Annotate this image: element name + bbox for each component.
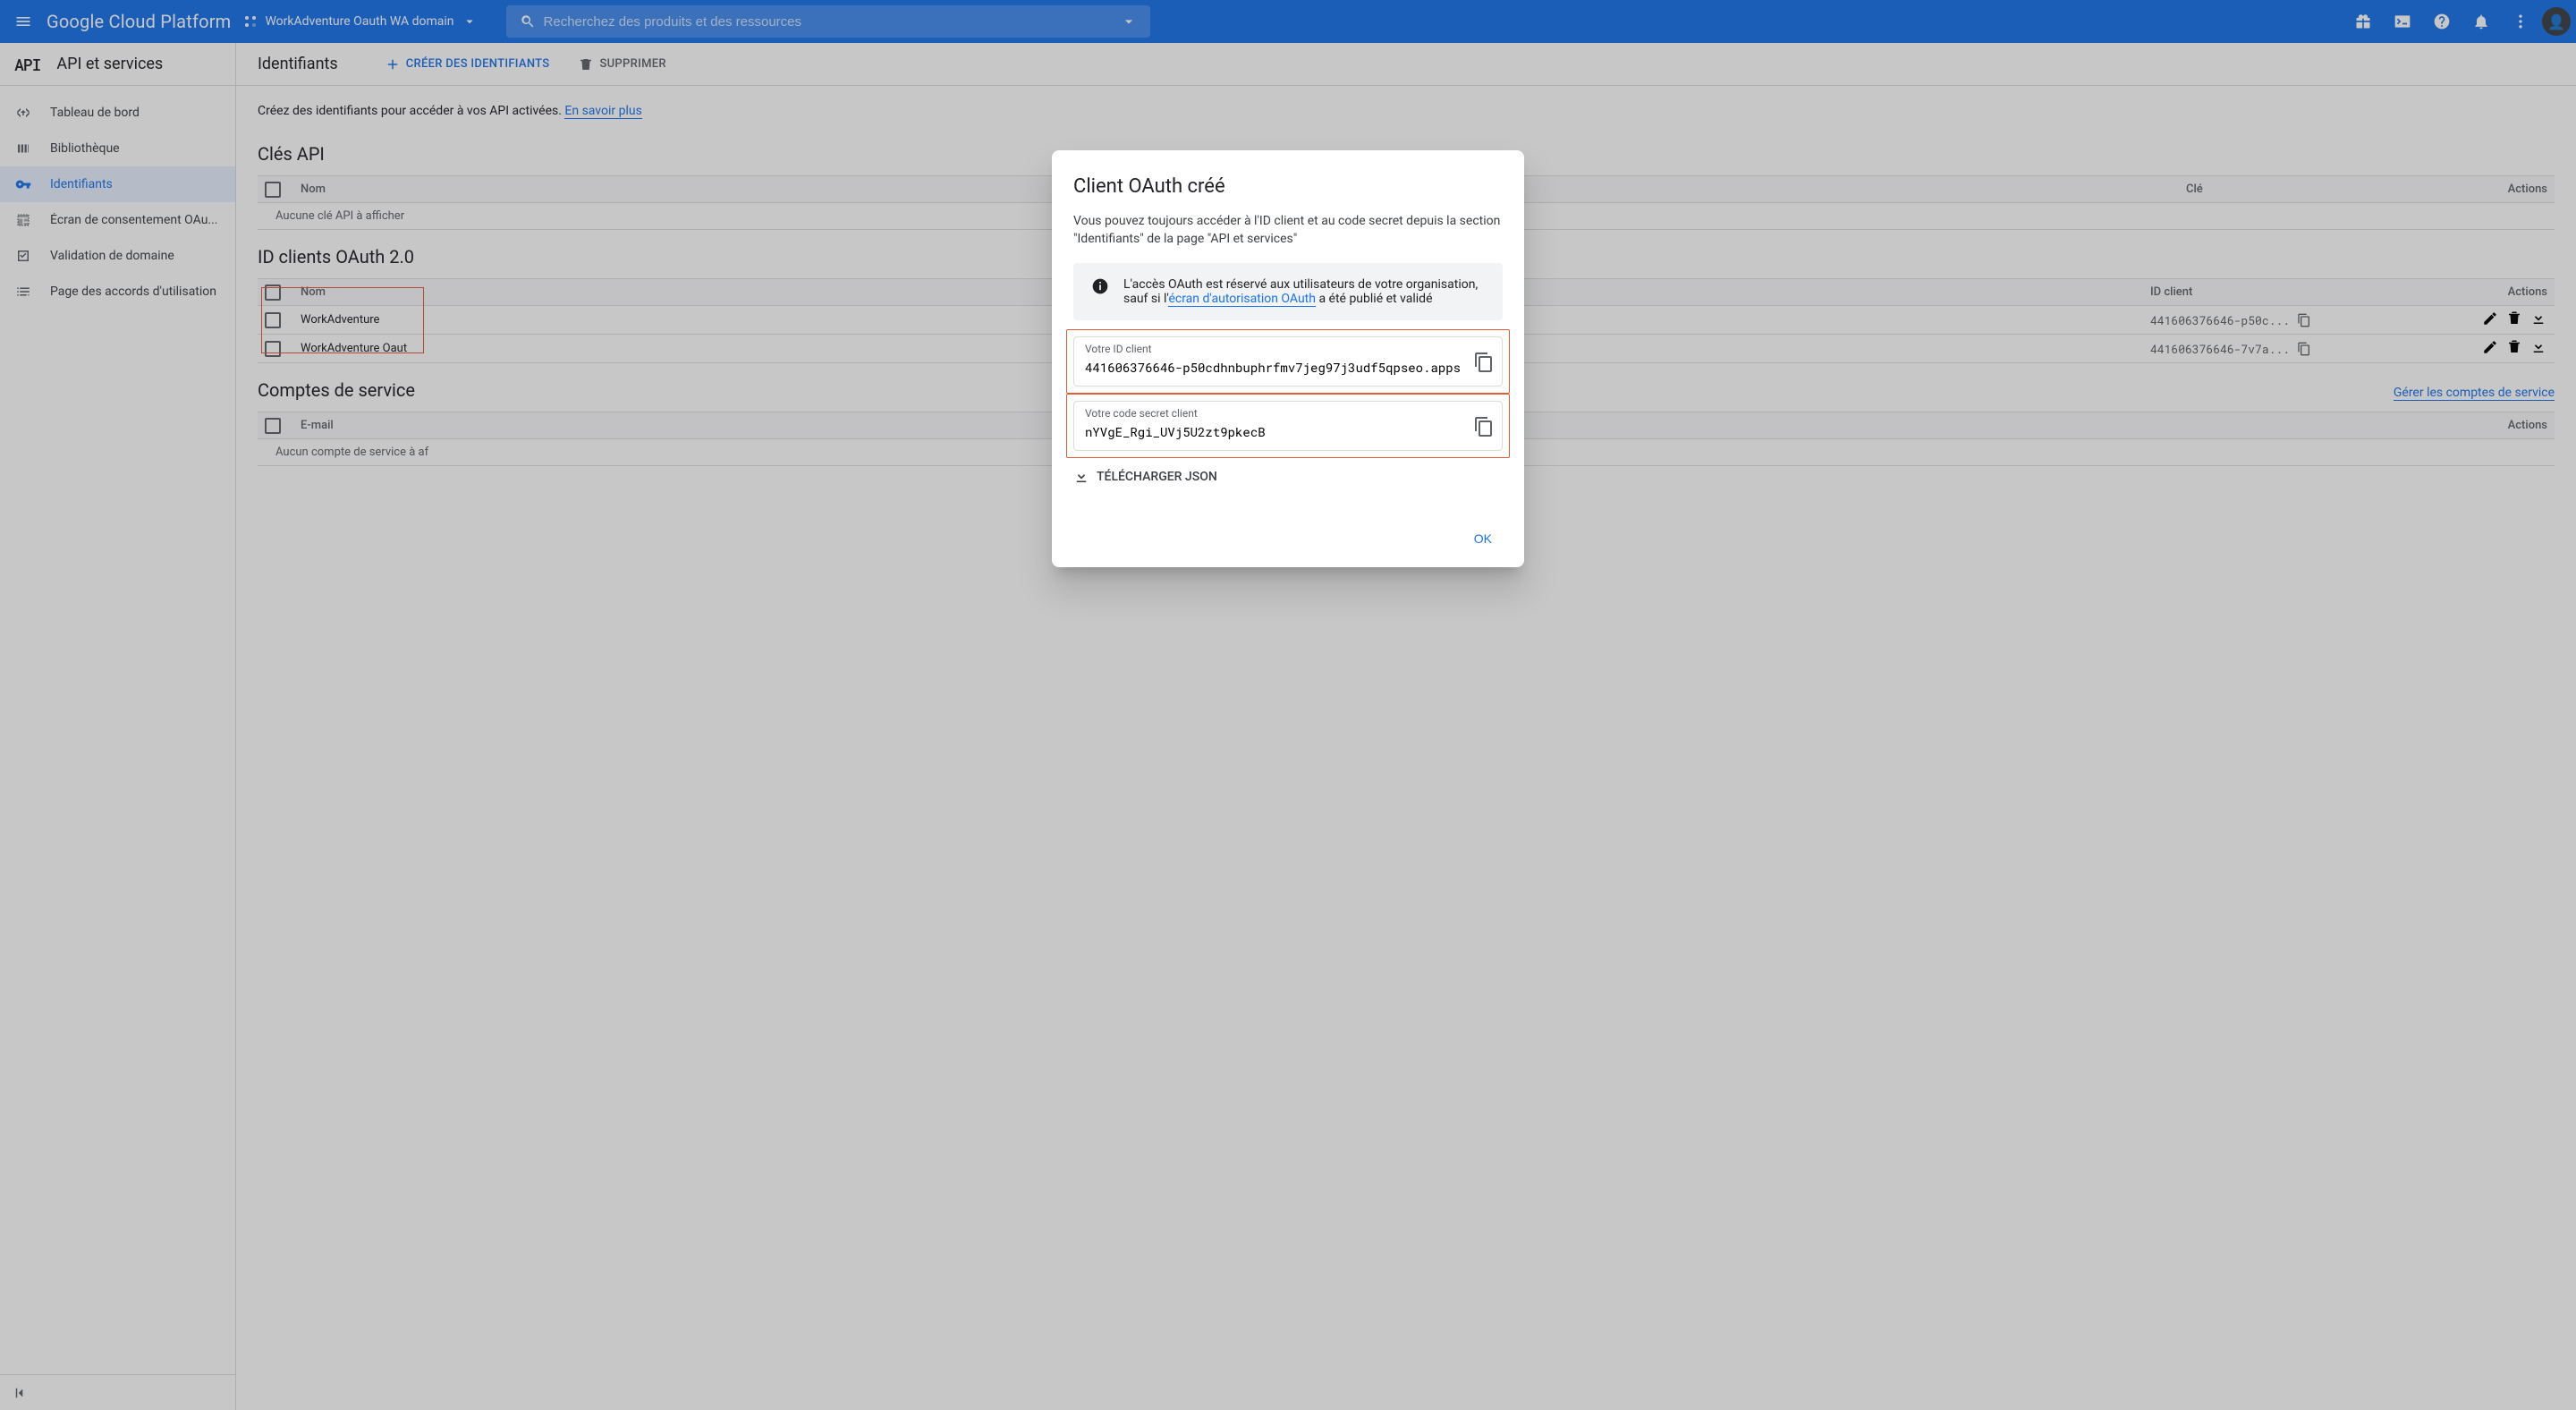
client-id-label: Votre ID client [1085,343,1152,355]
download-icon [1073,469,1089,485]
download-json-button[interactable]: TÉLÉCHARGER JSON [1073,469,1217,485]
client-id-field-wrap: Votre ID client [1073,336,1503,386]
modal-overlay: Client OAuth créé Vous pouvez toujours a… [0,0,2576,1410]
client-secret-field: Votre code secret client [1073,401,1503,451]
dialog-body: Vous pouvez toujours accéder à l'ID clie… [1073,212,1503,249]
dialog-title: Client OAuth créé [1073,175,1503,198]
oauth-consent-link[interactable]: écran d'autorisation OAuth [1168,292,1316,307]
download-label: TÉLÉCHARGER JSON [1097,470,1217,484]
client-secret-field-wrap: Votre code secret client [1073,401,1503,451]
copy-icon[interactable] [1473,416,1495,437]
dialog-info-box: L'accès OAuth est réservé aux utilisateu… [1073,263,1503,320]
client-secret-label: Votre code secret client [1085,407,1198,420]
dialog-actions: OK [1073,524,1503,553]
client-id-field: Votre ID client [1073,336,1503,386]
oauth-created-dialog: Client OAuth créé Vous pouvez toujours a… [1052,150,1524,567]
client-id-input[interactable] [1085,359,1462,376]
ok-button[interactable]: OK [1463,524,1503,553]
info-post: a été publié et validé [1316,292,1433,306]
copy-icon[interactable] [1473,352,1495,373]
info-icon [1091,277,1109,295]
client-secret-input[interactable] [1085,423,1462,440]
